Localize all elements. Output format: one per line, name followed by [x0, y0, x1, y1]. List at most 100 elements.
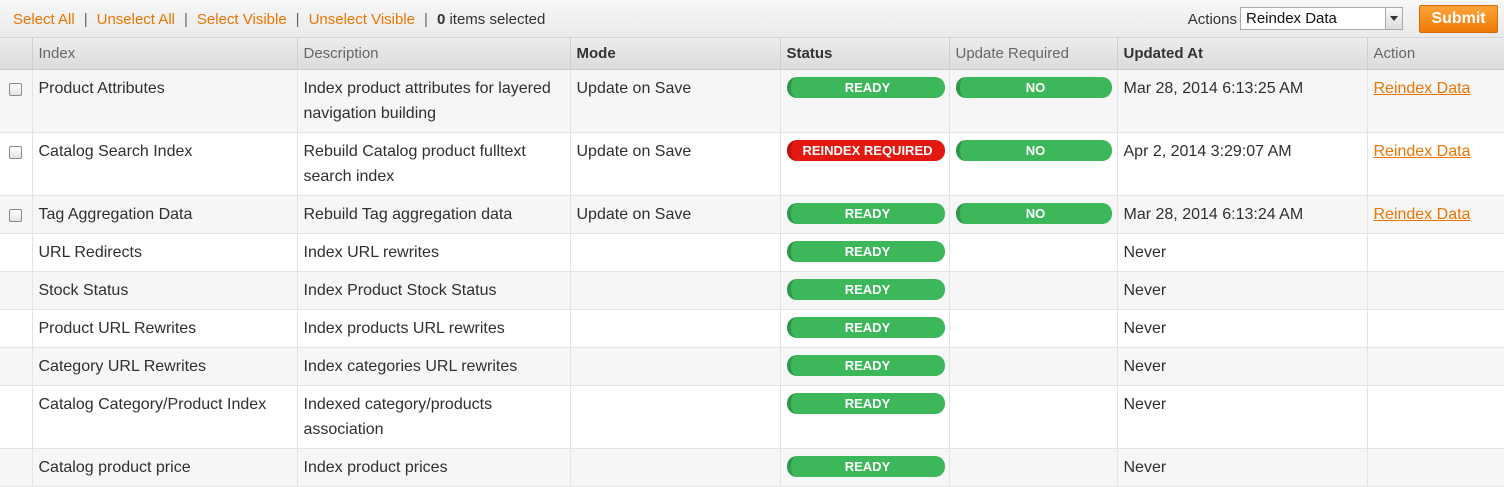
- cell-action: [1367, 385, 1504, 449]
- cell-updated-at: Mar 28, 2014 6:13:25 AM: [1117, 69, 1368, 133]
- row-select-cell: [0, 385, 33, 449]
- cell-description: Index products URL rewrites: [297, 309, 571, 348]
- table-row: Catalog Category/Product Index Indexed c…: [0, 385, 1504, 449]
- row-select-cell: [0, 347, 33, 386]
- cell-index: Catalog product price: [32, 448, 298, 487]
- cell-action: [1367, 233, 1504, 272]
- cell-description: Index Product Stock Status: [297, 271, 571, 310]
- unselect-visible-link[interactable]: Unselect Visible: [309, 11, 415, 28]
- reindex-data-link[interactable]: Reindex Data: [1374, 80, 1471, 97]
- cell-update-required: [949, 448, 1118, 487]
- table-row: Stock Status Index Product Stock Status …: [0, 271, 1504, 310]
- table-row: URL Redirects Index URL rewrites READY N…: [0, 233, 1504, 272]
- cell-description: Rebuild Tag aggregation data: [297, 195, 571, 234]
- header-checkbox-cell: [0, 38, 33, 70]
- cell-index: Product URL Rewrites: [32, 309, 298, 348]
- row-select-cell: [0, 132, 33, 196]
- cell-update-required: NO: [949, 132, 1118, 196]
- cell-action: Reindex Data: [1367, 69, 1504, 133]
- cell-update-required: [949, 271, 1118, 310]
- reindex-data-link[interactable]: Reindex Data: [1374, 143, 1471, 160]
- cell-updated-at: Never: [1117, 347, 1368, 386]
- status-badge: READY: [786, 76, 945, 98]
- cell-action: [1367, 347, 1504, 386]
- cell-updated-at: Never: [1117, 233, 1368, 272]
- cell-mode: [570, 385, 781, 449]
- cell-status: REINDEX REQUIRED: [780, 132, 950, 196]
- cell-status: READY: [780, 271, 950, 310]
- cell-action: Reindex Data: [1367, 195, 1504, 234]
- chevron-down-icon[interactable]: [1385, 8, 1402, 29]
- cell-action: [1367, 309, 1504, 348]
- update-required-badge: NO: [955, 202, 1112, 224]
- separator: |: [424, 11, 428, 28]
- cell-mode: [570, 347, 781, 386]
- header-update-required[interactable]: Update Required: [949, 38, 1118, 70]
- cell-status: READY: [780, 69, 950, 133]
- row-checkbox[interactable]: [9, 145, 22, 159]
- cell-mode: [570, 271, 781, 310]
- status-badge: REINDEX REQUIRED: [786, 139, 945, 161]
- select-all-link[interactable]: Select All: [13, 11, 75, 28]
- cell-index: Stock Status: [32, 271, 298, 310]
- header-updated-at[interactable]: Updated At: [1117, 38, 1368, 70]
- cell-index: Tag Aggregation Data: [32, 195, 298, 234]
- unselect-all-link[interactable]: Unselect All: [97, 11, 175, 28]
- update-required-badge: NO: [955, 76, 1112, 98]
- table-row: Catalog product price Index product pric…: [0, 448, 1504, 487]
- table-row: Category URL Rewrites Index categories U…: [0, 347, 1504, 386]
- actions-select[interactable]: Reindex Data: [1240, 7, 1403, 30]
- table-row: Catalog Search Index Rebuild Catalog pro…: [0, 132, 1504, 196]
- cell-status: READY: [780, 195, 950, 234]
- status-badge: READY: [786, 354, 945, 376]
- cell-action: Reindex Data: [1367, 132, 1504, 196]
- cell-index: Category URL Rewrites: [32, 347, 298, 386]
- reindex-data-link[interactable]: Reindex Data: [1374, 206, 1471, 223]
- submit-button[interactable]: Submit: [1419, 5, 1498, 33]
- cell-updated-at: Never: [1117, 309, 1368, 348]
- separator: |: [295, 11, 300, 28]
- row-select-cell: [0, 233, 33, 272]
- cell-index: Product Attributes: [32, 69, 298, 133]
- header-index[interactable]: Index: [32, 38, 298, 70]
- row-select-cell: [0, 271, 33, 310]
- cell-update-required: [949, 385, 1118, 449]
- cell-description: Indexed category/products association: [297, 385, 571, 449]
- cell-description: Index product attributes for layered nav…: [297, 69, 571, 133]
- status-badge: READY: [786, 455, 945, 477]
- cell-update-required: [949, 309, 1118, 348]
- cell-updated-at: Never: [1117, 385, 1368, 449]
- status-badge: READY: [786, 392, 945, 414]
- cell-status: READY: [780, 309, 950, 348]
- cell-index: Catalog Category/Product Index: [32, 385, 298, 449]
- header-status[interactable]: Status: [780, 38, 950, 70]
- cell-mode: [570, 309, 781, 348]
- grid-header-row: Index Description Mode Status Update Req…: [0, 38, 1504, 70]
- separator: |: [83, 11, 88, 28]
- status-badge: READY: [786, 202, 945, 224]
- table-row: Product URL Rewrites Index products URL …: [0, 309, 1504, 348]
- header-description[interactable]: Description: [297, 38, 571, 70]
- status-badge: READY: [786, 240, 945, 262]
- selected-count: 0 items selected: [437, 11, 545, 28]
- select-visible-link[interactable]: Select Visible: [197, 11, 287, 28]
- cell-status: READY: [780, 233, 950, 272]
- row-checkbox[interactable]: [9, 82, 22, 96]
- row-select-cell: [0, 448, 33, 487]
- cell-mode: Update on Save: [570, 69, 781, 133]
- cell-mode: [570, 448, 781, 487]
- cell-description: Rebuild Catalog product fulltext search …: [297, 132, 571, 196]
- cell-action: [1367, 271, 1504, 310]
- cell-status: READY: [780, 347, 950, 386]
- cell-mode: [570, 233, 781, 272]
- table-row: Tag Aggregation Data Rebuild Tag aggrega…: [0, 195, 1504, 234]
- cell-updated-at: Mar 28, 2014 6:13:24 AM: [1117, 195, 1368, 234]
- separator: |: [183, 11, 188, 28]
- cell-update-required: [949, 347, 1118, 386]
- row-checkbox[interactable]: [9, 208, 22, 222]
- update-required-badge: NO: [955, 139, 1112, 161]
- cell-updated-at: Apr 2, 2014 3:29:07 AM: [1117, 132, 1368, 196]
- status-badge: READY: [786, 316, 945, 338]
- header-mode[interactable]: Mode: [570, 38, 781, 70]
- cell-update-required: NO: [949, 195, 1118, 234]
